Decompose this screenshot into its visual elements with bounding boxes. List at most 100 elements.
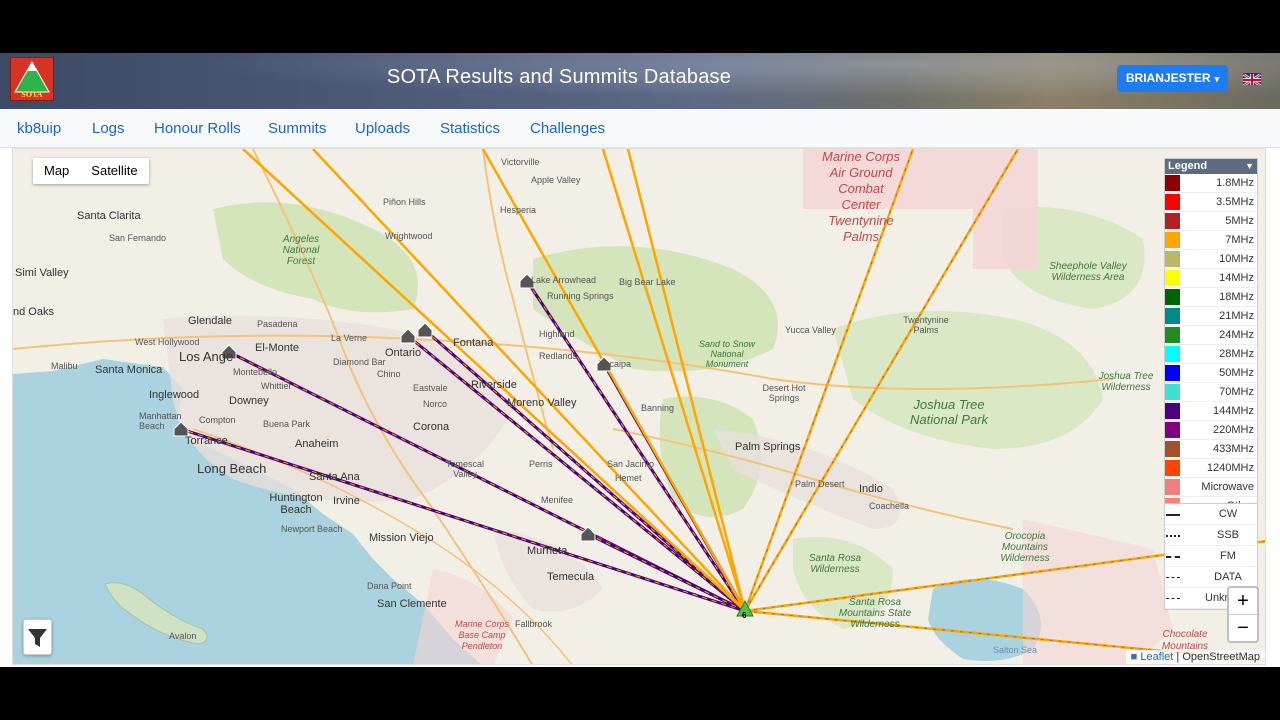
map-label: Apple Valley xyxy=(531,175,581,185)
zoom-out-button[interactable]: − xyxy=(1229,615,1257,641)
legend-swatch xyxy=(1165,232,1180,248)
map-label: Marine Corps Air Ground Combat Center Tw… xyxy=(821,149,901,244)
user-menu-button[interactable]: BRIANJESTER ▾ xyxy=(1117,65,1228,92)
map-label: Montebello xyxy=(233,367,278,377)
nav-honour-rolls[interactable]: Honour Rolls xyxy=(154,120,241,137)
leaflet-link[interactable]: Leaflet xyxy=(1140,651,1173,663)
nav-summits[interactable]: Summits xyxy=(268,120,326,137)
legend-swatch xyxy=(1165,460,1180,476)
map-label: San Fernando xyxy=(109,233,167,243)
map-label: El-Monte xyxy=(255,342,300,354)
legend-swatch xyxy=(1165,327,1180,343)
legend-title: Legend xyxy=(1168,160,1208,172)
legend-swatch xyxy=(1165,403,1180,419)
zoom-in-button[interactable]: + xyxy=(1229,588,1257,615)
mode-label: FM xyxy=(1220,550,1236,562)
map-label: Salton Sea xyxy=(993,645,1038,655)
map-label: Desert Hot Springs xyxy=(762,383,806,403)
legend-band-row: 28MHz xyxy=(1165,345,1257,364)
map-label: Moreno Valley xyxy=(507,397,577,409)
legend-swatch xyxy=(1165,422,1180,438)
legend-swatch xyxy=(1165,270,1180,286)
legend-swatch xyxy=(1165,308,1180,324)
map-type-map[interactable]: Map xyxy=(33,158,80,184)
legend-swatch xyxy=(1165,289,1180,305)
map-label: Anaheim xyxy=(295,438,339,450)
map-label: Banning xyxy=(641,403,675,413)
mode-row: DATA xyxy=(1165,567,1257,588)
map-label: Fallbrook xyxy=(515,619,553,629)
map-type-control: Map Satellite xyxy=(33,158,149,184)
map-label: Irvine xyxy=(333,495,360,507)
map-view[interactable]: Victorville Apple Valley Hesperia Piñon … xyxy=(12,148,1266,665)
map-label: Fontana xyxy=(453,337,494,349)
legend-swatch xyxy=(1165,479,1180,495)
map-label: West Hollywood xyxy=(135,337,200,347)
legend-label: 433MHz xyxy=(1213,443,1254,455)
map-label: Pasadena xyxy=(257,319,298,329)
nav-challenges[interactable]: Challenges xyxy=(530,120,605,137)
legend-band-row: 24MHz xyxy=(1165,326,1257,345)
chevron-down-icon: ▼ xyxy=(1245,161,1254,171)
map-label: Yucaipa xyxy=(599,359,632,369)
map-label: Whittier xyxy=(261,381,292,391)
map-label: Los Ange xyxy=(179,349,234,364)
map-label: Eastvale xyxy=(413,383,448,393)
legend-label: 21MHz xyxy=(1219,310,1254,322)
map-label: Santa Clarita xyxy=(77,210,141,222)
map-label: Inglewood xyxy=(149,389,200,401)
map-label: Piñon Hills xyxy=(383,197,426,207)
legend-label: 144MHz xyxy=(1213,405,1254,417)
map-label: Joshua Tree National Park xyxy=(909,397,989,427)
nav-callsign[interactable]: kb8uip xyxy=(17,120,61,137)
map-label: Yucca Valley xyxy=(785,325,836,335)
legend-band-row: 220MHz xyxy=(1165,421,1257,440)
nav-statistics[interactable]: Statistics xyxy=(440,120,500,137)
map-label: Coachella xyxy=(869,501,910,511)
map-label: Joshua Tree Wilderness xyxy=(1098,371,1154,393)
app-frame: SOTA SOTA Results and Summits Database B… xyxy=(0,53,1280,667)
map-label: Ontario xyxy=(385,347,422,359)
map-label: Chino xyxy=(377,369,401,379)
site-title: SOTA Results and Summits Database xyxy=(386,66,732,88)
map-label: Simi Valley xyxy=(15,267,69,279)
legend-label: 1.8MHz xyxy=(1216,177,1254,189)
legend-swatch xyxy=(1165,346,1180,362)
map-label: Long Beach xyxy=(197,461,267,476)
activator-summit-marker[interactable]: 6 xyxy=(742,611,746,620)
legend-label: 14MHz xyxy=(1219,272,1254,284)
legend-swatch xyxy=(1165,194,1180,210)
mode-label: DATA xyxy=(1214,571,1242,583)
legend-label: 18MHz xyxy=(1219,291,1254,303)
map-label: La Verne xyxy=(331,333,368,343)
map-label: Avalon xyxy=(169,631,197,641)
map-label: Redlands xyxy=(539,351,578,361)
legend-header[interactable]: Legend ▼ xyxy=(1165,159,1257,174)
mode-label: SSB xyxy=(1216,529,1239,541)
map-label: Malibu xyxy=(51,361,78,371)
map-label: Dana Point xyxy=(367,581,412,591)
legend-band-row: 1240MHz xyxy=(1165,459,1257,478)
mode-row: SSB xyxy=(1165,525,1257,546)
legend-swatch xyxy=(1165,384,1180,400)
legend-label: Microwave xyxy=(1201,481,1254,493)
nav-logs[interactable]: Logs xyxy=(92,120,125,137)
filter-button[interactable] xyxy=(23,619,52,655)
map-label: Sheephole Valley Wilderness Area xyxy=(1049,261,1127,283)
map-label: Angeles National Forest xyxy=(282,234,320,267)
uk-flag-icon[interactable] xyxy=(1243,73,1261,85)
map-attribution: ■ Leaflet | OpenStreetMap xyxy=(1125,650,1265,664)
legend-band-row: 10MHz xyxy=(1165,250,1257,269)
chevron-down-icon: ▾ xyxy=(1214,74,1220,84)
legend-swatch xyxy=(1165,365,1180,381)
osm-link[interactable]: OpenStreetMap xyxy=(1182,651,1260,663)
legend-swatch xyxy=(1165,175,1180,191)
map-label: Marine Corps Base Camp Pendleton xyxy=(454,619,510,651)
legend-swatch xyxy=(1165,441,1180,457)
legend-label: 220MHz xyxy=(1213,424,1254,436)
map-label: Sand to Snow National Monument xyxy=(698,339,756,369)
nav-uploads[interactable]: Uploads xyxy=(355,120,410,137)
map-type-satellite[interactable]: Satellite xyxy=(80,158,148,184)
legend-label: 7MHz xyxy=(1225,234,1254,246)
map-label: Glendale xyxy=(188,315,233,327)
